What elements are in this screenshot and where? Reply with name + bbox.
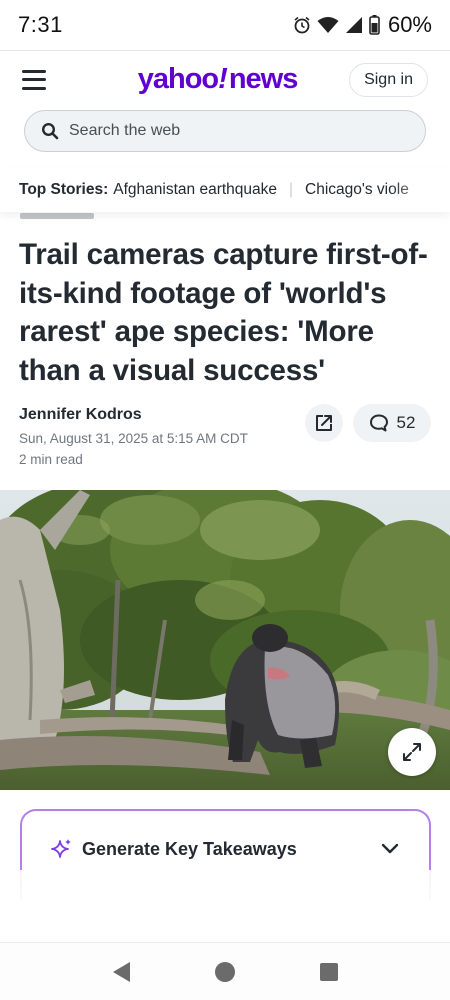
home-icon[interactable]	[214, 961, 235, 982]
back-icon[interactable]	[112, 961, 130, 982]
publish-date: Sun, August 31, 2025 at 5:15 AM CDT	[19, 431, 248, 446]
read-time: 2 min read	[19, 452, 83, 467]
comments-button[interactable]: 52	[353, 404, 431, 442]
divider: |	[289, 181, 294, 198]
signal-icon	[345, 17, 362, 33]
expand-icon	[403, 743, 421, 761]
wifi-icon	[317, 17, 339, 33]
top-story-link[interactable]: Afghanistan earthquake	[113, 181, 277, 199]
key-takeaways-label: Generate Key Takeaways	[82, 838, 297, 859]
alarm-icon	[294, 16, 310, 34]
battery-percent: 60%	[387, 12, 432, 37]
fade-overlay	[390, 168, 450, 212]
top-stories-label: Top Stories:	[19, 181, 109, 198]
comment-count: 52	[396, 413, 416, 432]
search-input[interactable]: Search the web	[69, 122, 180, 140]
share-button[interactable]	[305, 404, 343, 442]
article-hero-image[interactable]	[0, 490, 450, 790]
recent-apps-icon[interactable]	[319, 962, 338, 981]
top-stories-bar: Top Stories: Afghanistan earthquake | Ch…	[0, 168, 450, 212]
article-headline: Trail cameras capture first-of-its-kind …	[19, 238, 428, 387]
expand-image-button[interactable]	[388, 728, 436, 776]
article-byline: Jennifer Kodros Sun, August 31, 2025 at …	[19, 406, 279, 467]
author-name[interactable]: Jennifer Kodros	[19, 406, 279, 424]
chevron-down-icon[interactable]	[381, 843, 399, 855]
sign-in-button[interactable]: Sign in	[349, 62, 428, 97]
yahoo-news-logo[interactable]: yahoo! news	[138, 63, 299, 96]
status-icons: 60%	[293, 12, 432, 38]
search-icon	[41, 122, 59, 140]
hamburger-menu-icon[interactable]	[22, 69, 46, 90]
app-header: yahoo! news Sign in	[0, 50, 450, 108]
share-icon	[316, 415, 332, 431]
gorilla-photo	[0, 490, 450, 790]
battery-icon	[369, 15, 380, 35]
content-fade-overlay	[0, 870, 450, 942]
search-bar[interactable]: Search the web	[24, 110, 426, 152]
system-navigation-bar	[0, 942, 450, 1000]
status-bar: 7:31 60%	[0, 0, 450, 50]
sparkle-icon	[51, 839, 71, 858]
status-time: 7:31	[18, 12, 63, 37]
comment-icon	[369, 414, 388, 432]
